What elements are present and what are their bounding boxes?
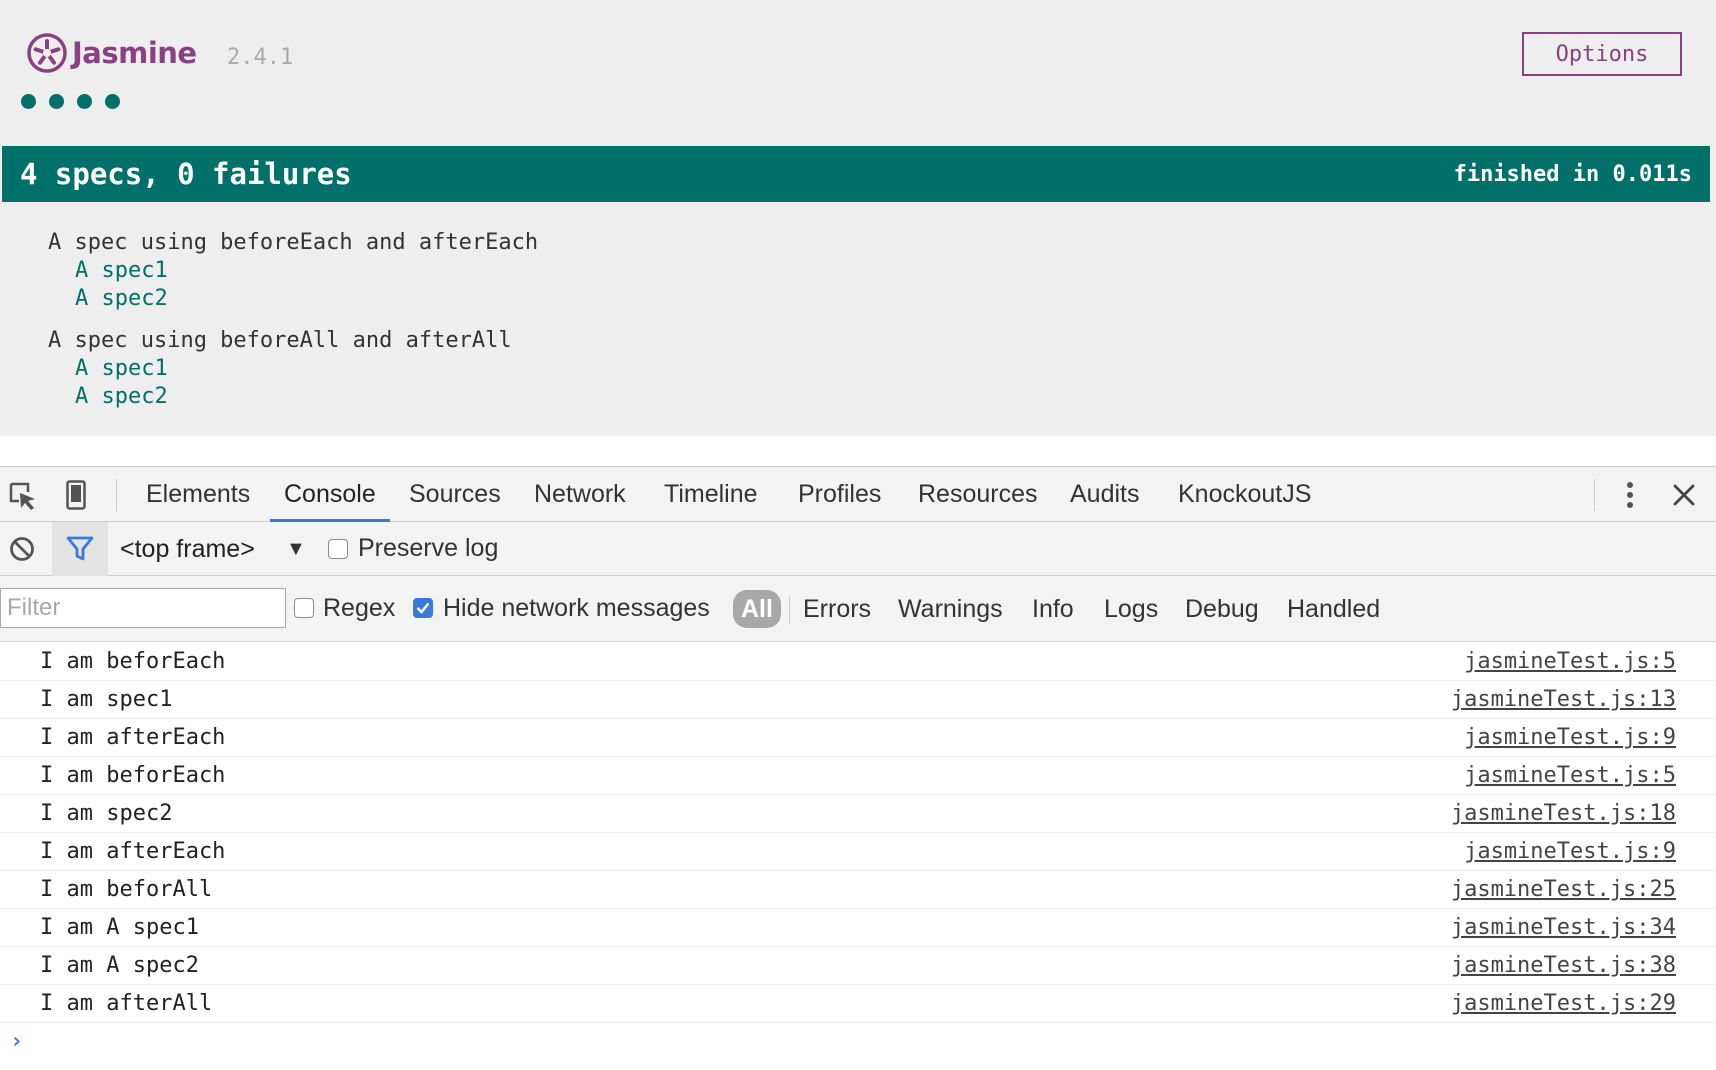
console-filter-bar: Regex Hide network messages All Errors W… [0,576,1716,642]
inspect-element-icon[interactable] [8,481,38,511]
console-message: I am afterEach [40,725,226,750]
tab-console[interactable]: Console [270,467,390,522]
jasmine-logo-icon [27,33,67,73]
source-link[interactable]: jasmineTest.js:13 [1451,681,1676,719]
results-summary: 4 specs, 0 failures [20,157,352,191]
console-row: I am A spec1 jasmineTest.js:34 [0,909,1716,947]
source-link[interactable]: jasmineTest.js:9 [1464,719,1676,757]
tab-network[interactable]: Network [534,467,626,522]
console-message: I am spec2 [40,801,173,826]
chevron-down-icon[interactable]: ▼ [286,522,306,576]
results-duration: finished in 0.011s [1453,161,1692,187]
console-row: I am spec2 jasmineTest.js:18 [0,795,1716,833]
devtools-tab-bar: Elements Console Sources Network Timelin… [0,467,1716,522]
console-row: I am A spec2 jasmineTest.js:38 [0,947,1716,985]
preserve-log-label[interactable]: Preserve log [358,534,498,563]
checkmark-icon [416,602,430,614]
hide-network-label[interactable]: Hide network messages [443,594,710,623]
level-divider [789,596,790,624]
console-row: I am beforEach jasmineTest.js:5 [0,757,1716,795]
suite-results: A spec using beforeEach and afterEach A … [48,229,538,425]
tab-sources[interactable]: Sources [409,467,501,522]
console-message: I am A spec1 [40,915,199,940]
toolbar-divider [116,479,117,511]
console-toolbar: <top frame> ▼ Preserve log [0,522,1716,576]
console-message: I am afterEach [40,839,226,864]
tab-elements[interactable]: Elements [146,467,250,522]
console-message: I am A spec2 [40,953,199,978]
console-messages: I am beforEach jasmineTest.js:5 I am spe… [0,643,1716,1023]
filter-input[interactable] [0,588,286,628]
console-row: I am afterEach jasmineTest.js:9 [0,719,1716,757]
level-info[interactable]: Info [1032,590,1074,628]
device-mode-icon[interactable] [64,479,88,511]
console-message: I am afterAll [40,991,213,1016]
console-message: I am spec1 [40,687,173,712]
devtools-panel: Elements Console Sources Network Timelin… [0,466,1716,1070]
level-warnings[interactable]: Warnings [898,590,1003,628]
source-link[interactable]: jasmineTest.js:25 [1451,871,1676,909]
close-icon[interactable] [1670,481,1698,509]
console-row: I am spec1 jasmineTest.js:13 [0,681,1716,719]
console-row: I am beforEach jasmineTest.js:5 [0,643,1716,681]
level-errors[interactable]: Errors [803,590,871,628]
regex-label[interactable]: Regex [323,594,395,623]
level-all[interactable]: All [733,590,781,628]
spec-status-dots [21,94,120,109]
level-debug[interactable]: Debug [1185,590,1259,628]
jasmine-logo-text: Jasmine [72,36,197,70]
console-message: I am beforAll [40,877,213,902]
jasmine-version: 2.4.1 [227,45,294,70]
tab-resources[interactable]: Resources [918,467,1038,522]
toolbar-divider [1594,479,1595,511]
source-link[interactable]: jasmineTest.js:5 [1464,643,1676,681]
spec-passed-dot[interactable] [105,94,120,109]
suite-title[interactable]: A spec using beforeAll and afterAll [48,327,538,355]
jasmine-reporter: Jasmine 2.4.1 Options 4 specs, 0 failure… [0,0,1716,436]
spec-name[interactable]: A spec2 [75,285,538,313]
console-prompt[interactable]: › [10,1029,23,1054]
more-vert-icon[interactable] [1618,479,1642,511]
spec-name[interactable]: A spec1 [75,257,538,285]
filter-icon[interactable] [52,522,108,576]
preserve-log-checkbox[interactable] [328,539,348,559]
spec-passed-dot[interactable] [77,94,92,109]
console-message: I am beforEach [40,649,226,674]
spec-passed-dot[interactable] [49,94,64,109]
hide-network-checkbox[interactable] [413,598,433,618]
spec-name[interactable]: A spec1 [75,355,538,383]
console-message: I am beforEach [40,763,226,788]
suite: A spec using beforeEach and afterEach A … [48,229,538,313]
level-handled[interactable]: Handled [1287,590,1380,628]
suite: A spec using beforeAll and afterAll A sp… [48,327,538,411]
jasmine-banner: Jasmine [26,32,197,74]
clear-console-icon[interactable] [8,535,36,563]
source-link[interactable]: jasmineTest.js:9 [1464,833,1676,871]
tab-audits[interactable]: Audits [1070,467,1139,522]
source-link[interactable]: jasmineTest.js:34 [1451,909,1676,947]
level-logs[interactable]: Logs [1104,590,1158,628]
console-row: I am beforAll jasmineTest.js:25 [0,871,1716,909]
tab-timeline[interactable]: Timeline [664,467,758,522]
spec-passed-dot[interactable] [21,94,36,109]
options-button[interactable]: Options [1522,32,1682,76]
frame-selector[interactable]: <top frame> [120,522,255,576]
suite-title[interactable]: A spec using beforeEach and afterEach [48,229,538,257]
tab-knockoutjs[interactable]: KnockoutJS [1178,467,1311,522]
console-row: I am afterAll jasmineTest.js:29 [0,985,1716,1023]
spec-name[interactable]: A spec2 [75,383,538,411]
source-link[interactable]: jasmineTest.js:5 [1464,757,1676,795]
source-link[interactable]: jasmineTest.js:38 [1451,947,1676,985]
console-row: I am afterEach jasmineTest.js:9 [0,833,1716,871]
results-summary-bar: 4 specs, 0 failures finished in 0.011s [2,146,1710,202]
source-link[interactable]: jasmineTest.js:29 [1451,985,1676,1023]
regex-checkbox[interactable] [294,598,314,618]
source-link[interactable]: jasmineTest.js:18 [1451,795,1676,833]
tab-profiles[interactable]: Profiles [798,467,881,522]
